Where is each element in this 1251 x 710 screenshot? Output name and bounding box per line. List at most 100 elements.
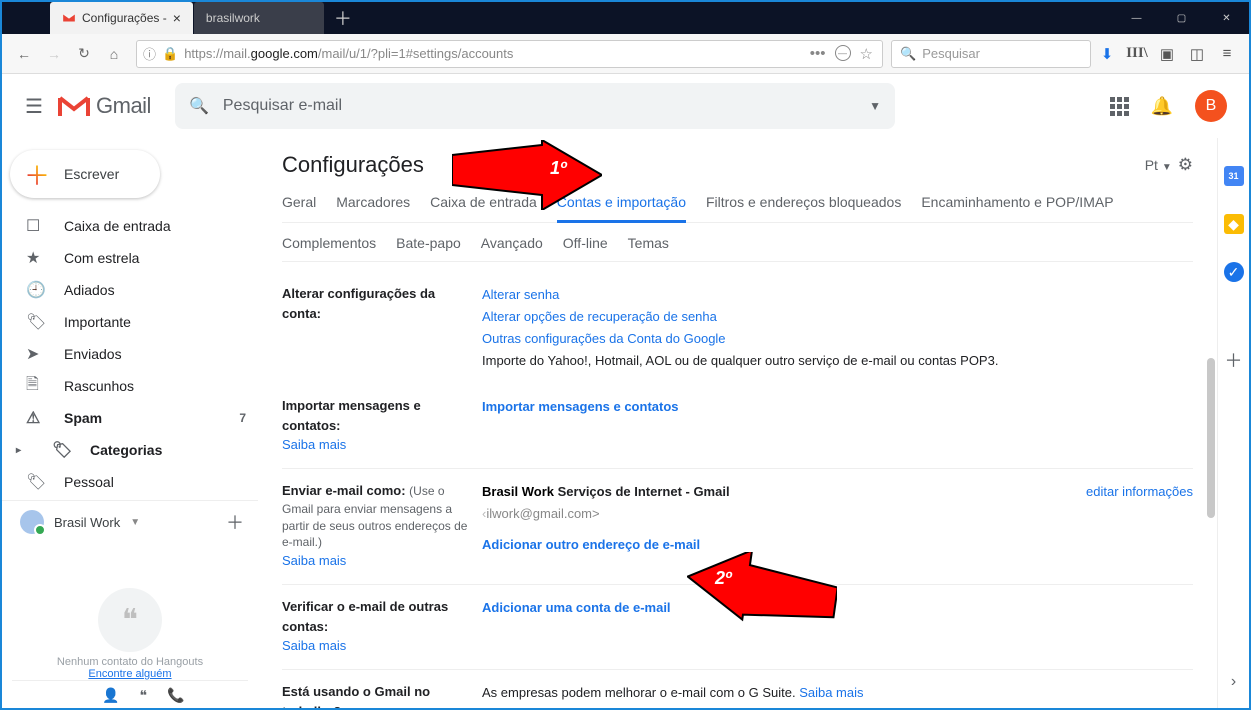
url-prefix: https://mail. — [184, 46, 250, 61]
get-addons-icon[interactable]: ＋ — [1224, 350, 1244, 370]
search-options-caret-icon[interactable]: ▼ — [869, 99, 881, 113]
nav-snoozed[interactable]: 🕘 Adiados — [2, 274, 258, 306]
learn-more-link[interactable]: Saiba mais — [282, 437, 468, 452]
hangouts-tab-contacts-icon[interactable]: 👤 — [102, 687, 119, 704]
nav-starred[interactable]: ★Com estrela — [2, 242, 258, 274]
settings-tab[interactable]: Complementos — [282, 235, 376, 261]
extension-icon[interactable]: ▣ — [1153, 40, 1181, 68]
gsuite-learn-more-link[interactable]: Saiba mais — [799, 685, 863, 700]
settings-tab[interactable]: Bate-papo — [396, 235, 461, 261]
sender-email: ilwork@gmail.com> — [486, 506, 599, 521]
settings-tab[interactable]: Geral — [282, 194, 316, 220]
gmail-search-box[interactable]: 🔍 Pesquisar e-mail ▼ — [175, 83, 895, 129]
annotation-label: 2º — [715, 568, 732, 589]
bookmark-star-icon[interactable]: ☆ — [857, 45, 876, 63]
learn-more-link[interactable]: Saiba mais — [282, 638, 468, 653]
account-avatar[interactable]: B — [1195, 90, 1227, 122]
change-password-link[interactable]: Alterar senha — [482, 287, 559, 302]
chevron-down-icon: ▼ — [1162, 162, 1172, 173]
settings-row-account: Alterar configurações da conta: Alterar … — [282, 274, 1193, 386]
settings-tab[interactable]: Encaminhamento e POP/IMAP — [921, 194, 1113, 220]
import-messages-link[interactable]: Importar mensagens e contatos — [482, 399, 679, 414]
recovery-options-link[interactable]: Alterar opções de recuperação de senha — [482, 309, 717, 324]
main-menu-icon[interactable]: ☰ — [10, 94, 58, 119]
hangouts-account-row[interactable]: Brasil Work ▼ ＋ — [2, 503, 258, 541]
hide-panel-icon[interactable]: › — [1224, 672, 1244, 692]
downloads-icon[interactable]: ⬇ — [1093, 40, 1121, 68]
add-account-button[interactable]: ＋ — [226, 509, 244, 535]
gmail-logo[interactable]: Gmail — [58, 93, 175, 119]
gmail-header: ☰ Gmail 🔍 Pesquisar e-mail ▼ 🔔 B — [2, 74, 1249, 138]
url-bar[interactable]: ⓘ 🔒 https://mail.google.com/mail/u/1/?pl… — [136, 40, 883, 68]
nav-sent[interactable]: ➤Enviados — [2, 338, 258, 370]
row-title: Verificar o e-mail de outras contas: — [282, 599, 448, 634]
settings-tab[interactable]: Marcadores — [336, 194, 410, 220]
nav-label: Adiados — [64, 282, 115, 298]
page-action-dots-icon[interactable]: ••• — [807, 45, 829, 63]
nav-inbox[interactable]: ☐Caixa de entrada — [2, 210, 258, 242]
import-description: Importe do Yahoo!, Hotmail, AOL ou de qu… — [482, 350, 1193, 372]
chevron-down-icon[interactable]: ▼ — [130, 517, 140, 528]
hangouts-tab-chat-icon[interactable]: ❝ — [139, 687, 147, 704]
gsuite-text: As empresas podem melhorar o e-mail com … — [482, 685, 799, 700]
lang-label: Pt — [1145, 157, 1158, 173]
spam-icon: ⚠ — [26, 408, 46, 428]
important-icon: 🏷 — [26, 312, 46, 332]
settings-tab[interactable]: Temas — [628, 235, 669, 261]
settings-tab[interactable]: Avançado — [481, 235, 543, 261]
nav-drafts[interactable]: 🗎Rascunhos — [2, 370, 258, 402]
nav-label: Spam — [64, 410, 102, 426]
new-tab-button[interactable]: ＋ — [324, 2, 362, 34]
header-right: 🔔 B — [1110, 90, 1241, 122]
window-maximize-button[interactable]: ▢ — [1159, 2, 1204, 34]
gear-icon[interactable]: ⚙ — [1178, 155, 1193, 175]
settings-tab[interactable]: Off-line — [563, 235, 608, 261]
settings-tabs-row2: Complementos Bate-papo Avançado Off-line Tem… — [282, 223, 1193, 262]
add-send-as-link[interactable]: Adicionar outro endereço de e-mail — [482, 537, 700, 552]
menu-icon[interactable]: ≡ — [1213, 40, 1241, 68]
expand-caret-icon: ▸ — [16, 445, 34, 456]
other-google-settings-link[interactable]: Outras configurações da Conta do Google — [482, 331, 726, 346]
annotation-arrow-1: 1º — [452, 140, 602, 210]
settings-tab[interactable]: Filtros e endereços bloqueados — [706, 194, 901, 220]
tab-close-icon[interactable]: × — [173, 10, 181, 26]
tab-title: brasilwork — [206, 11, 312, 25]
library-icon[interactable]: III\ — [1123, 40, 1151, 68]
scrollbar-thumb[interactable] — [1207, 358, 1215, 518]
hangouts-tab-call-icon[interactable]: 📞 — [167, 687, 184, 704]
nav-categories[interactable]: ▸🏷Categorias — [2, 434, 258, 466]
calendar-addon-icon[interactable]: 31 — [1224, 166, 1244, 186]
main-content: Configurações Pt ▼ ⚙ GeralMarcadoresCaix… — [258, 138, 1249, 708]
edit-info-link[interactable]: editar informações — [1056, 481, 1193, 525]
compose-button[interactable]: ＋ Escrever — [10, 150, 160, 198]
inbox-icon: ☐ — [26, 216, 46, 236]
nav-personal[interactable]: 🏷Pessoal — [2, 466, 258, 498]
browser-tab-active[interactable]: Configurações - × — [50, 2, 193, 34]
notifications-icon[interactable]: 🔔 — [1151, 96, 1173, 117]
google-apps-icon[interactable] — [1110, 97, 1129, 116]
browser-tab-inactive[interactable]: brasilwork — [194, 2, 324, 34]
user-avatar-icon — [20, 510, 44, 534]
forward-button[interactable]: → — [40, 40, 68, 68]
hangouts-icon: ❝ — [98, 588, 162, 652]
sidebar-toggle-icon[interactable]: ◫ — [1183, 40, 1211, 68]
reader-mode-icon[interactable]: — — [835, 45, 851, 61]
browser-search-box[interactable]: 🔍 Pesquisar — [891, 40, 1091, 68]
back-button[interactable]: ← — [10, 40, 38, 68]
learn-more-link[interactable]: Saiba mais — [282, 553, 468, 568]
tasks-addon-icon[interactable]: ✓ — [1224, 262, 1244, 282]
home-button[interactable]: ⌂ — [100, 40, 128, 68]
hangouts-find-link[interactable]: Encontre alguém — [12, 668, 248, 680]
clock-icon: 🕘 — [26, 280, 46, 300]
nav-spam[interactable]: ⚠Spam7 — [2, 402, 258, 434]
reload-button[interactable]: ↻ — [70, 40, 98, 68]
window-minimize-button[interactable]: — — [1114, 2, 1159, 34]
language-selector[interactable]: Pt ▼ — [1145, 157, 1172, 173]
add-email-account-link[interactable]: Adicionar uma conta de e-mail — [482, 600, 671, 615]
label-icon: 🏷 — [26, 472, 46, 492]
keep-addon-icon[interactable]: ◆ — [1224, 214, 1244, 234]
nav-important[interactable]: 🏷Importante — [2, 306, 258, 338]
window-close-button[interactable]: ✕ — [1204, 2, 1249, 34]
info-icon[interactable]: ⓘ — [143, 44, 156, 63]
settings-body: Alterar configurações da conta: Alterar … — [282, 262, 1193, 708]
